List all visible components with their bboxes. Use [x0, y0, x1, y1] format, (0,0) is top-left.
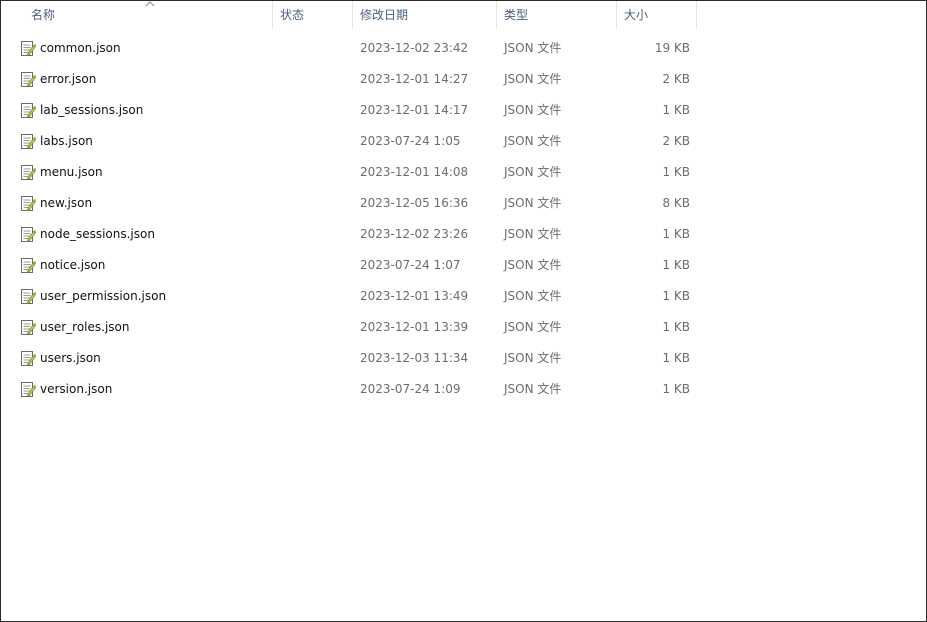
file-modified-date: 2023-12-01 13:49 [360, 289, 469, 303]
file-type: JSON 文件 [504, 196, 562, 210]
file-name: lab_sessions.json [40, 103, 144, 117]
file-size: 1 KB [662, 258, 690, 272]
column-header-name-label: 名称 [31, 8, 56, 22]
file-type: JSON 文件 [504, 258, 562, 272]
column-header-status[interactable]: 状态 [274, 1, 353, 29]
json-file-icon [21, 351, 36, 366]
file-size: 1 KB [662, 289, 690, 303]
file-type: JSON 文件 [504, 165, 562, 179]
file-modified-date: 2023-07-24 1:09 [360, 382, 461, 396]
json-file-icon [21, 320, 36, 335]
column-header-size[interactable]: 大小 [618, 1, 697, 29]
file-size: 1 KB [662, 382, 690, 396]
json-file-icon [21, 134, 36, 149]
json-file-icon [21, 227, 36, 242]
file-size: 2 KB [662, 134, 690, 148]
file-row[interactable]: new.json 2023-12-05 16:36 JSON 文件 8 KB [1, 188, 701, 219]
column-header-size-label: 大小 [624, 8, 649, 22]
file-size: 8 KB [662, 196, 690, 210]
file-name: user_roles.json [40, 320, 130, 334]
file-type: JSON 文件 [504, 227, 562, 241]
file-type: JSON 文件 [504, 382, 562, 396]
file-modified-date: 2023-07-24 1:05 [360, 134, 461, 148]
file-name: error.json [40, 72, 97, 86]
file-size: 2 KB [662, 72, 690, 86]
json-file-icon [21, 258, 36, 273]
file-size: 1 KB [662, 165, 690, 179]
file-name: version.json [40, 382, 113, 396]
file-name: node_sessions.json [40, 227, 155, 241]
file-modified-date: 2023-12-01 14:27 [360, 72, 469, 86]
file-row[interactable]: menu.json 2023-12-01 14:08 JSON 文件 1 KB [1, 157, 701, 188]
file-modified-date: 2023-12-01 14:08 [360, 165, 469, 179]
file-name: new.json [40, 196, 93, 210]
file-modified-date: 2023-07-24 1:07 [360, 258, 461, 272]
column-header-date[interactable]: 修改日期 [354, 1, 497, 29]
json-file-icon [21, 196, 36, 211]
file-row[interactable]: notice.json 2023-07-24 1:07 JSON 文件 1 KB [1, 250, 701, 281]
json-file-icon [21, 289, 36, 304]
file-modified-date: 2023-12-03 11:34 [360, 351, 469, 365]
file-type: JSON 文件 [504, 289, 562, 303]
file-modified-date: 2023-12-01 13:39 [360, 320, 469, 334]
file-type: JSON 文件 [504, 72, 562, 86]
json-file-icon [21, 72, 36, 87]
file-size: 19 KB [654, 41, 690, 55]
file-size: 1 KB [662, 103, 690, 117]
column-header-status-label: 状态 [280, 8, 305, 22]
file-size: 1 KB [662, 320, 690, 334]
json-file-icon [21, 41, 36, 56]
file-list: common.json 2023-12-02 23:42 JSON 文件 19 … [1, 33, 701, 405]
file-row[interactable]: common.json 2023-12-02 23:42 JSON 文件 19 … [1, 33, 701, 64]
file-row[interactable]: node_sessions.json 2023-12-02 23:26 JSON… [1, 219, 701, 250]
file-name: notice.json [40, 258, 106, 272]
file-size: 1 KB [662, 351, 690, 365]
json-file-icon [21, 382, 36, 397]
file-name: labs.json [40, 134, 93, 148]
file-row[interactable]: users.json 2023-12-03 11:34 JSON 文件 1 KB [1, 343, 701, 374]
file-modified-date: 2023-12-02 23:42 [360, 41, 469, 55]
file-modified-date: 2023-12-05 16:36 [360, 196, 469, 210]
file-row[interactable]: user_roles.json 2023-12-01 13:39 JSON 文件… [1, 312, 701, 343]
sort-ascending-icon [145, 1, 155, 7]
file-type: JSON 文件 [504, 134, 562, 148]
file-row[interactable]: user_permission.json 2023-12-01 13:49 JS… [1, 281, 701, 312]
json-file-icon [21, 165, 36, 180]
file-row[interactable]: version.json 2023-07-24 1:09 JSON 文件 1 K… [1, 374, 701, 405]
file-row[interactable]: labs.json 2023-07-24 1:05 JSON 文件 2 KB [1, 126, 701, 157]
column-header-type-label: 类型 [504, 8, 529, 22]
file-modified-date: 2023-12-02 23:26 [360, 227, 469, 241]
file-list-window: 名称 状态 修改日期 类型 大小 common.json 2023-12-02 … [0, 0, 927, 622]
json-file-icon [21, 103, 36, 118]
file-type: JSON 文件 [504, 320, 562, 334]
column-header-date-label: 修改日期 [360, 8, 409, 22]
file-type: JSON 文件 [504, 103, 562, 117]
column-header-type[interactable]: 类型 [498, 1, 617, 29]
file-name: users.json [40, 351, 101, 365]
file-size: 1 KB [662, 227, 690, 241]
file-name: common.json [40, 41, 121, 55]
file-modified-date: 2023-12-01 14:17 [360, 103, 469, 117]
file-row[interactable]: error.json 2023-12-01 14:27 JSON 文件 2 KB [1, 64, 701, 95]
column-header-row: 名称 状态 修改日期 类型 大小 [1, 1, 698, 29]
file-row[interactable]: lab_sessions.json 2023-12-01 14:17 JSON … [1, 95, 701, 126]
file-type: JSON 文件 [504, 41, 562, 55]
file-type: JSON 文件 [504, 351, 562, 365]
file-name: user_permission.json [40, 289, 167, 303]
file-name: menu.json [40, 165, 103, 179]
